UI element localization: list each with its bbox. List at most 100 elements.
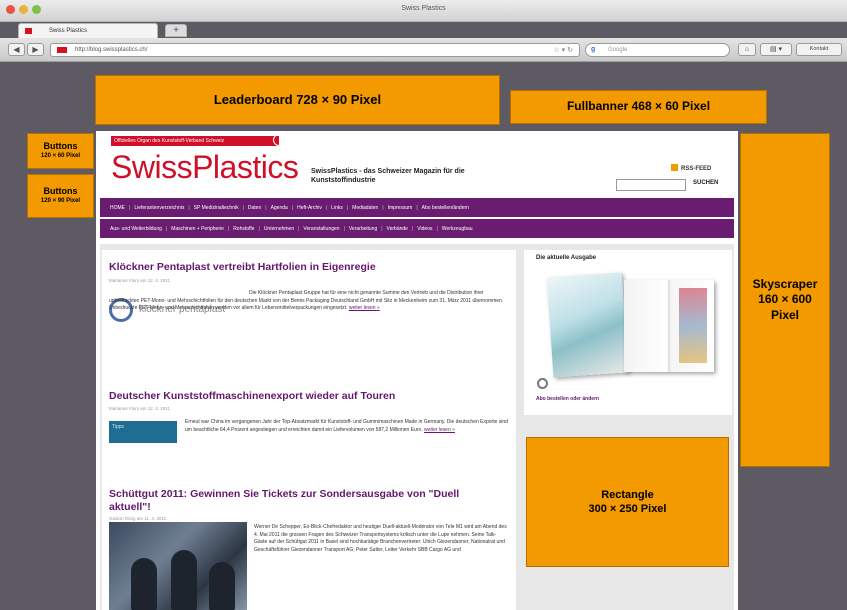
nav-separator: | (165, 225, 168, 232)
article-body-text: Erneut war China im vergangenen Jahr der… (185, 419, 508, 433)
site-identity-icon (57, 47, 67, 53)
window-title: Swiss Plastics (401, 5, 446, 12)
nav-separator: | (242, 204, 244, 211)
google-icon: g (591, 46, 596, 53)
nav1-item[interactable]: HOME (110, 205, 125, 211)
buttons-ad-small-size: 120 × 60 Pixel (40, 152, 81, 159)
search-input[interactable]: g Google (585, 43, 730, 57)
photo-person (131, 558, 157, 610)
nav-separator: | (343, 225, 345, 232)
rectangle-line2: 300 × 250 Pixel (588, 503, 667, 515)
nav2-item[interactable]: Werkzeugbau (442, 226, 473, 232)
site-search-input[interactable] (616, 179, 686, 191)
nav1-item[interactable]: Agenda (271, 205, 288, 211)
article-body: Erneut war China im vergangenen Jahr der… (185, 419, 510, 434)
url-text: http://blog.swissplastics.ch/ (75, 47, 148, 53)
window-titlebar: Swiss Plastics (0, 0, 847, 22)
current-issue-heading: Die aktuelle Ausgabe (536, 255, 597, 261)
article-body: Die Klöckner Pentaplast Gruppe hat für e… (109, 290, 514, 313)
photo-person (209, 562, 235, 610)
nav-separator: | (325, 204, 328, 211)
back-button[interactable]: ◀ (8, 43, 25, 56)
article-body: Werner De Schepper, Ex-Blick-Chefredakto… (254, 524, 509, 610)
fullbanner-ad: Fullbanner 468 × 60 Pixel (510, 90, 767, 124)
nav-separator: | (188, 204, 190, 211)
fullbanner-label: Fullbanner 468 × 60 Pixel (566, 99, 711, 114)
nav2-item[interactable]: Unternehmen (264, 226, 294, 232)
nav1-item[interactable]: Lieferantenverzeichnis (134, 205, 184, 211)
nav-separator: | (265, 204, 267, 211)
nav2-item[interactable]: Verarbeitung (349, 226, 377, 232)
nav-separator: | (129, 204, 131, 211)
article-meta: Marianne Flury am 12. 4. 2011 (109, 406, 170, 411)
nav1-item[interactable]: Mediadaten (352, 205, 378, 211)
favicon-icon (25, 28, 32, 34)
site-search-button[interactable]: SUCHEN (693, 180, 718, 186)
magazine-spread-image (679, 288, 707, 363)
url-bar[interactable]: http://blog.swissplastics.ch/ ☆ ▾ ↻ (50, 43, 580, 57)
browser-tab[interactable]: Swiss Plastics (18, 23, 158, 38)
skyscraper-line1: Skyscraper (752, 276, 818, 291)
ribbon-badge-icon (273, 136, 279, 146)
rectangle-line1: Rectangle (601, 488, 654, 501)
magazine-spread (624, 280, 714, 372)
home-button[interactable]: ⌂ (738, 43, 756, 56)
reload-icon[interactable]: ☆ ▾ ↻ (553, 46, 573, 54)
nav-separator: | (436, 225, 438, 232)
nav1-item[interactable]: Abo bestellen/ändern (422, 205, 469, 211)
bookmarks-button[interactable]: ▤ ▾ (760, 43, 792, 56)
magazine-cover[interactable] (546, 272, 629, 378)
nav-separator: | (298, 225, 300, 232)
issue-badge-icon (537, 378, 548, 389)
nav1-item[interactable]: SP Medizinaltechnik (194, 205, 239, 211)
nav1-item[interactable]: Links (331, 205, 343, 211)
nav-separator: | (382, 204, 384, 211)
nav2-item[interactable]: Videos (417, 226, 432, 232)
rss-feed-link[interactable]: RSS-FEED (671, 164, 711, 172)
nav2-item[interactable]: Aus- und Weiterbildung (110, 226, 162, 232)
nav-separator: | (346, 204, 349, 211)
article-title[interactable]: Schüttgut 2011: Gewinnen Sie Tickets zur… (109, 488, 494, 514)
nav2-item[interactable]: Veranstaltungen (303, 226, 339, 232)
skyscraper-line2: 160 × 600 (758, 292, 812, 307)
nav-separator: | (227, 225, 230, 232)
nav1-item[interactable]: Impressum (388, 205, 413, 211)
nav-separator: | (291, 204, 294, 211)
article-thumbnail: Tipps (109, 421, 177, 443)
subscription-link[interactable]: Abo bestellen oder ändern (536, 396, 599, 402)
rss-icon (671, 164, 678, 171)
buttons-ad-small: Buttons 120 × 60 Pixel (27, 133, 94, 169)
skyscraper-ad: Skyscraper 160 × 600 Pixel (740, 133, 830, 467)
rss-label: RSS-FEED (681, 166, 712, 172)
tab-label: Swiss Plastics (49, 28, 88, 34)
read-more-link[interactable]: weiter lesen » (424, 427, 455, 433)
article-title[interactable]: Klöckner Pentaplast vertreibt Hartfolien… (109, 261, 376, 274)
buttons-ad-large: Buttons 120 × 90 Pixel (27, 174, 94, 218)
nav-separator: | (258, 225, 260, 232)
search-placeholder: Google (608, 47, 628, 53)
nav2-item[interactable]: Rohstoffe (233, 226, 254, 232)
buttons-ad-large-size: 120 × 90 Pixel (40, 197, 81, 204)
article-column: Klöckner Pentaplast vertreibt Hartfolien… (102, 250, 516, 610)
article-thumbnail-text: Tipps (112, 424, 125, 430)
buttons-ad-small-title: Buttons (43, 141, 78, 152)
article-meta: Marianne Flury am 12. 4. 2011 (109, 278, 170, 283)
article-body-text: Die Klöckner Pentaplast Gruppe hat für e… (109, 290, 504, 311)
photo-person (171, 550, 197, 610)
nav1-item[interactable]: Heft-Archiv (297, 205, 322, 211)
nav-separator: | (411, 225, 414, 232)
site-tagline: SwissPlastics - das Schweizer Magazin fü… (311, 168, 465, 185)
read-more-link[interactable]: weiter lesen » (349, 305, 380, 311)
extra-toolbar-button[interactable]: Kontakt (796, 43, 842, 56)
article-title[interactable]: Deutscher Kunststoffmaschinenexport wied… (109, 390, 395, 403)
article-body-text: Werner De Schepper, Ex-Blick-Chefredakto… (254, 524, 507, 553)
nav-separator: | (381, 225, 383, 232)
primary-navigation: HOME | Lieferantenverzeichnis | SP Medizinal… (100, 198, 734, 217)
nav1-item[interactable]: Daten (248, 205, 261, 211)
nav2-item[interactable]: Maschinen + Peripherie (171, 226, 224, 232)
site-logo[interactable]: SwissPlastics (111, 149, 299, 186)
nav2-item[interactable]: Verbände (387, 226, 408, 232)
logo-ribbon: Offizielles Organ des Kunststoff-Verband… (111, 136, 279, 146)
new-tab-button[interactable]: + (165, 24, 187, 37)
forward-button[interactable]: ▶ (27, 43, 44, 56)
